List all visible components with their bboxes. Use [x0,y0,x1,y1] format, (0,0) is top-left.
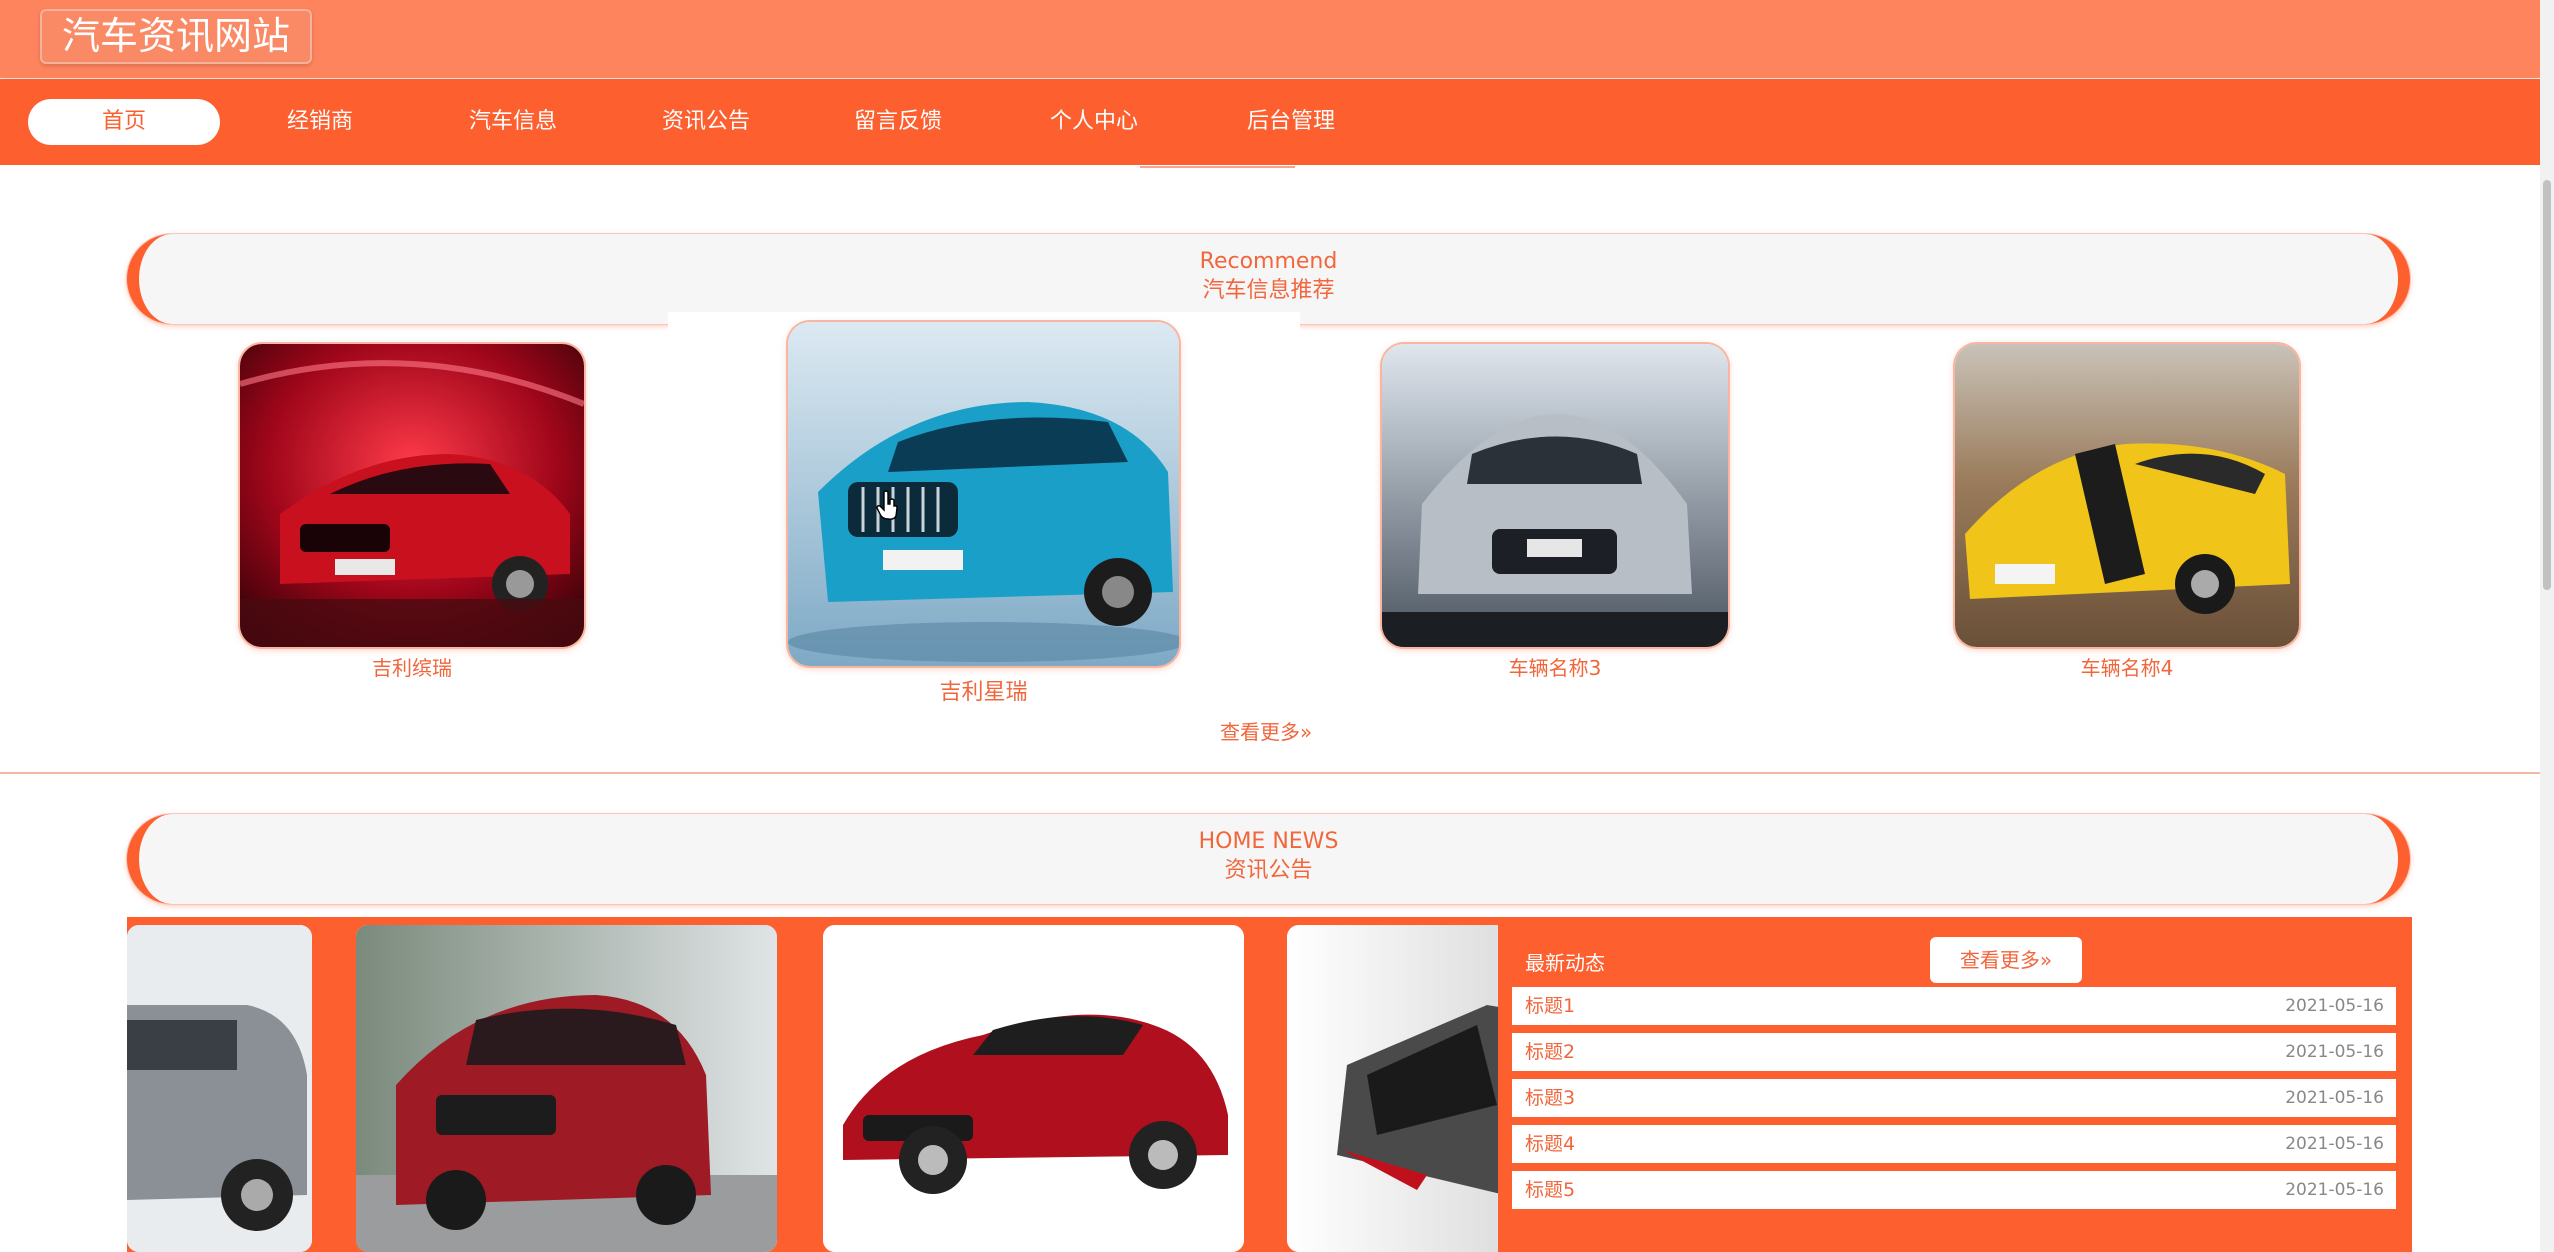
recommend-title-cn: 汽车信息推荐 [1202,278,1335,303]
car-name[interactable]: 吉利缤瑞 [240,652,584,681]
section-divider [0,772,2540,774]
news-row-date: 2021-05-16 [2285,996,2384,1016]
car-name[interactable]: 车辆名称3 [1382,652,1728,681]
news-row[interactable]: 标题2 2021-05-16 [1512,1033,2396,1071]
news-row-title[interactable]: 标题3 [1525,1079,1575,1117]
news-title-en: HOME NEWS [1198,829,1339,854]
news-row-title[interactable]: 标题5 [1525,1171,1575,1209]
news-row-title[interactable]: 标题1 [1525,987,1575,1025]
news-row[interactable]: 标题4 2021-05-16 [1512,1125,2396,1163]
hand-cursor-icon [876,490,898,520]
car-image-silver-toyota[interactable] [1382,344,1728,647]
nav-home[interactable]: 首页 [28,99,220,145]
latest-news-title: 最新动态 [1525,951,1605,975]
news-row-title[interactable]: 标题2 [1525,1033,1575,1071]
top-header: 汽车资讯网站 [0,0,2540,78]
page-scrollbar[interactable] [2540,0,2554,1252]
news-more-label: 查看更多 [1959,948,2040,972]
news-slide-image[interactable] [356,925,777,1252]
news-more-button[interactable]: 查看更多» [1930,937,2082,983]
nav-news[interactable]: 资讯公告 [610,99,802,145]
car-name[interactable]: 车辆名称4 [1955,652,2299,681]
news-row[interactable]: 标题3 2021-05-16 [1512,1079,2396,1117]
news-slide-image[interactable] [127,925,312,1252]
news-area: 最新动态 查看更多» 标题1 2021-05-16 标题2 2021-05-16… [127,917,2412,1252]
double-chevron-right-icon: » [1300,720,1313,744]
main-nav: 首页 经销商 汽车信息 资讯公告 留言反馈 个人中心 后台管理 [0,79,2540,165]
news-row-date: 2021-05-16 [2285,1134,2384,1154]
nav-personal-center[interactable]: 个人中心 [998,99,1190,145]
nav-admin[interactable]: 后台管理 [1195,99,1387,145]
site-title[interactable]: 汽车资讯网站 [40,9,312,64]
more-link-label: 查看更多 [1220,720,1300,744]
scrollbar-thumb[interactable] [2543,180,2551,590]
car-image-red-sedan[interactable] [240,344,584,647]
nav-hover-underline [1140,166,1295,168]
nav-car-info[interactable]: 汽车信息 [417,99,609,145]
car-name[interactable]: 吉利星瑞 [788,674,1179,706]
recommend-more-link[interactable]: 查看更多» [1220,717,1320,747]
nav-feedback[interactable]: 留言反馈 [802,99,994,145]
news-title-cn: 资讯公告 [1224,858,1313,883]
news-row[interactable]: 标题1 2021-05-16 [1512,987,2396,1025]
news-row-date: 2021-05-16 [2285,1088,2384,1108]
car-image-yellow-camaro[interactable] [1955,344,2299,647]
recommend-header: Recommend 汽车信息推荐 [127,234,2410,324]
car-image-blue-sedan[interactable] [788,322,1179,666]
recommend-title-en: Recommend [1199,249,1338,274]
news-slide-image[interactable] [823,925,1244,1252]
nav-dealers[interactable]: 经销商 [224,99,416,145]
latest-news-panel: 最新动态 查看更多» 标题1 2021-05-16 标题2 2021-05-16… [1498,917,2412,1252]
news-row-title[interactable]: 标题4 [1525,1125,1575,1163]
double-chevron-right-icon: » [2039,948,2053,972]
news-header: HOME NEWS 资讯公告 [127,814,2410,904]
news-row[interactable]: 标题5 2021-05-16 [1512,1171,2396,1209]
news-row-date: 2021-05-16 [2285,1042,2384,1062]
news-row-date: 2021-05-16 [2285,1180,2384,1200]
